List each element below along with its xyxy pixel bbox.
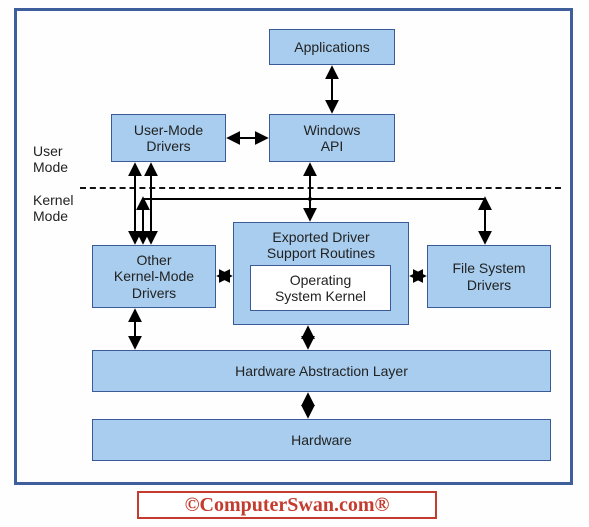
box-file-system-drivers-label: File System Drivers: [452, 260, 525, 292]
box-hal-label: Hardware Abstraction Layer: [235, 363, 408, 379]
box-user-mode-drivers: User-Mode Drivers: [111, 114, 226, 162]
box-os-kernel: Operating System Kernel: [250, 265, 391, 311]
box-user-mode-drivers-label: User-Mode Drivers: [134, 122, 203, 154]
box-hardware: Hardware: [92, 419, 551, 461]
box-hardware-label: Hardware: [291, 432, 352, 448]
attribution-text: ©ComputerSwan.com®: [185, 494, 390, 517]
box-file-system-drivers: File System Drivers: [427, 245, 551, 308]
box-applications: Applications: [269, 29, 395, 65]
box-windows-api-label: Windows API: [304, 122, 361, 154]
box-other-kernel-drivers-label: Other Kernel-Mode Drivers: [114, 252, 194, 300]
box-windows-api: Windows API: [269, 114, 395, 162]
box-exported-routines-label: Exported Driver Support Routines: [267, 229, 375, 261]
box-os-kernel-label: Operating System Kernel: [275, 272, 366, 304]
diagram-stage: User Mode Kernel Mode Applications User-…: [0, 0, 589, 527]
box-other-kernel-drivers: Other Kernel-Mode Drivers: [92, 245, 216, 308]
mode-divider: [80, 187, 561, 189]
attribution: ©ComputerSwan.com®: [137, 491, 437, 519]
box-hal: Hardware Abstraction Layer: [92, 350, 551, 392]
box-applications-label: Applications: [294, 39, 370, 55]
label-kernel-mode: Kernel Mode: [33, 192, 73, 224]
label-user-mode: User Mode: [33, 143, 68, 175]
